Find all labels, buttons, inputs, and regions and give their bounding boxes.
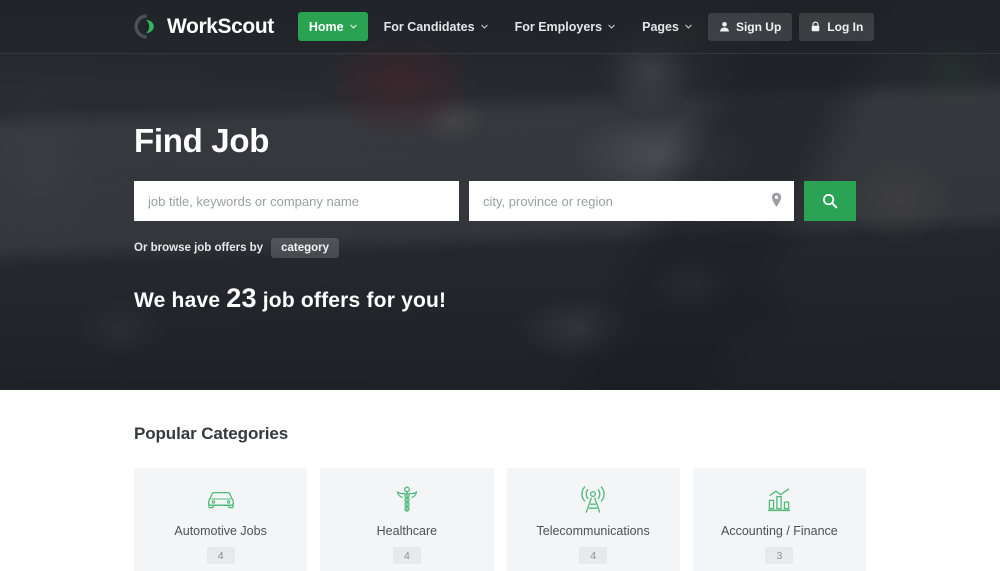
offers-suffix: job offers for you! <box>262 289 447 312</box>
location-field-wrapper <box>469 181 794 221</box>
job-offers-count-line: We have 23 job offers for you! <box>134 283 874 314</box>
category-card-telecommunications[interactable]: Telecommunications 4 <box>506 468 680 571</box>
main-navigation: Home For Candidates For Employers Pages <box>297 0 708 54</box>
map-pin-icon[interactable] <box>771 192 782 208</box>
category-label: Accounting / Finance <box>721 524 838 538</box>
category-label: Telecommunications <box>536 524 650 538</box>
nav-item-for-employers[interactable]: For Employers <box>504 12 627 41</box>
category-count-badge: 4 <box>392 547 421 564</box>
logo-text: WorkScout <box>167 14 274 38</box>
chevron-down-icon <box>685 24 692 29</box>
bar-chart-icon <box>766 486 792 514</box>
hero-content: Find Job Or browse job offers by <box>134 122 874 314</box>
log-in-button[interactable]: Log In <box>799 12 875 41</box>
category-card-accounting-finance[interactable]: Accounting / Finance 3 <box>692 468 866 571</box>
user-icon <box>720 22 729 32</box>
caduceus-icon <box>394 486 420 514</box>
sign-up-label: Sign Up <box>735 19 782 34</box>
offers-prefix: We have <box>134 289 221 312</box>
sign-up-button[interactable]: Sign Up <box>707 12 793 41</box>
job-search-form <box>134 181 874 221</box>
browse-category-chip[interactable]: category <box>271 238 340 258</box>
popular-categories-section: Popular Categories Automotive Jobs 4 Hea… <box>0 390 1000 571</box>
nav-item-pages-label: Pages <box>642 19 679 34</box>
offers-count: 23 <box>226 283 257 313</box>
keyword-field-wrapper <box>134 181 459 221</box>
workscout-logo-icon <box>134 14 154 39</box>
popular-categories-title: Popular Categories <box>134 424 289 443</box>
category-card-healthcare[interactable]: Healthcare 4 <box>320 468 494 571</box>
nav-item-for-candidates-label: For Candidates <box>383 19 475 34</box>
browse-label: Or browse job offers by <box>134 242 264 254</box>
nav-item-home[interactable]: Home <box>297 12 368 41</box>
nav-item-home-label: Home <box>308 19 344 34</box>
page-title: Find Job <box>134 122 270 159</box>
nav-item-pages[interactable]: Pages <box>631 12 703 41</box>
category-count-badge: 4 <box>579 547 608 564</box>
chevron-down-icon <box>349 24 357 29</box>
page-root: WorkScout Home For Candidates For Employ… <box>0 0 1000 571</box>
category-label: Automotive Jobs <box>174 524 267 538</box>
log-in-label: Log In <box>827 19 864 34</box>
nav-item-for-employers-label: For Employers <box>514 19 603 34</box>
keyword-search-input[interactable] <box>134 181 459 221</box>
logo[interactable]: WorkScout <box>134 14 274 39</box>
category-count-badge: 4 <box>206 547 235 564</box>
location-search-input[interactable] <box>469 181 794 221</box>
nav-item-for-candidates[interactable]: For Candidates <box>373 12 499 41</box>
chevron-down-icon <box>608 24 615 29</box>
header-inner: WorkScout Home For Candidates For Employ… <box>0 0 1000 54</box>
category-label: Healthcare <box>376 524 438 538</box>
chevron-down-icon <box>480 24 488 29</box>
category-count-badge: 3 <box>765 547 794 564</box>
search-button[interactable] <box>804 181 856 221</box>
car-icon <box>206 486 236 514</box>
lock-icon <box>812 21 820 32</box>
broadcast-tower-icon <box>579 486 607 514</box>
category-card-automotive[interactable]: Automotive Jobs 4 <box>134 468 308 571</box>
browse-by-row: Or browse job offers by category <box>134 238 874 258</box>
header-actions: Sign Up Log In <box>707 12 875 41</box>
site-header: WorkScout Home For Candidates For Employ… <box>0 0 1000 54</box>
categories-grid: Automotive Jobs 4 Healthcare 4 Telecommu… <box>134 468 866 571</box>
search-icon <box>823 194 838 209</box>
